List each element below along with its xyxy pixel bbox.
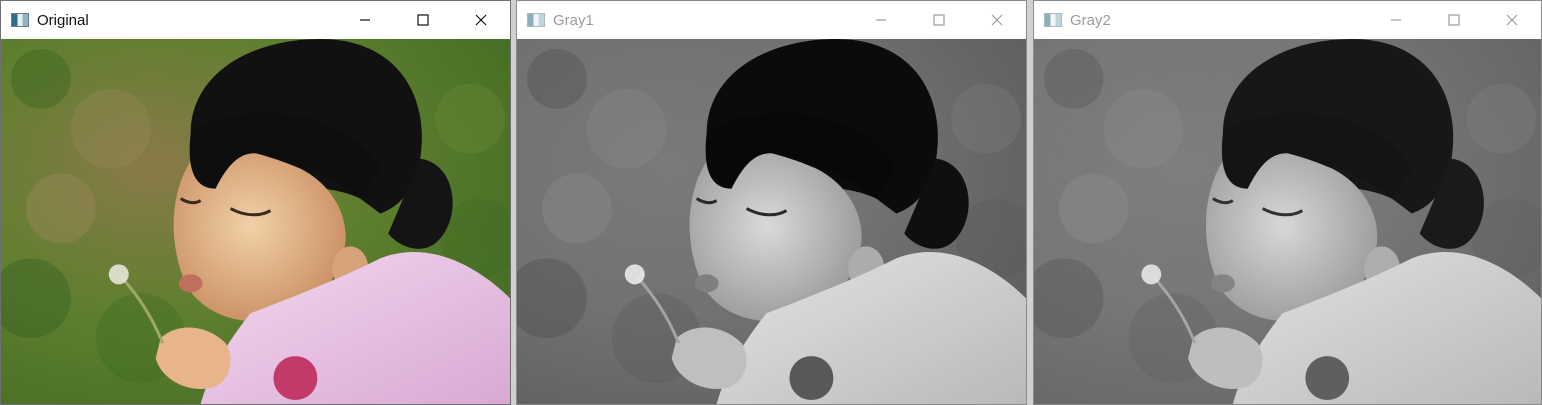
window-controls [852, 1, 1026, 39]
girl-dandelion-photo [1, 39, 510, 404]
image-canvas [1, 39, 510, 404]
window-title: Original [37, 11, 89, 29]
app-icon [11, 13, 29, 27]
close-icon [991, 14, 1003, 26]
minimize-icon [360, 19, 370, 21]
image-canvas [517, 39, 1026, 404]
app-icon [1044, 13, 1062, 27]
maximize-icon [417, 14, 429, 26]
maximize-button[interactable] [1425, 1, 1483, 39]
close-icon [1506, 14, 1518, 26]
close-icon [475, 14, 487, 26]
window-gray1[interactable]: Gray1 [516, 0, 1027, 405]
maximize-icon [1448, 14, 1460, 26]
minimize-icon [1391, 19, 1401, 21]
close-button[interactable] [452, 1, 510, 39]
minimize-button[interactable] [1367, 1, 1425, 39]
close-button[interactable] [1483, 1, 1541, 39]
minimize-button[interactable] [336, 1, 394, 39]
app-icon [527, 13, 545, 27]
titlebar[interactable]: Gray1 [517, 1, 1026, 39]
minimize-button[interactable] [852, 1, 910, 39]
minimize-icon [876, 19, 886, 21]
titlebar[interactable]: Original [1, 1, 510, 39]
window-controls [1367, 1, 1541, 39]
maximize-button[interactable] [910, 1, 968, 39]
maximize-button[interactable] [394, 1, 452, 39]
window-controls [336, 1, 510, 39]
girl-dandelion-gray2-photo [1034, 39, 1541, 404]
window-original[interactable]: Original [0, 0, 511, 405]
close-button[interactable] [968, 1, 1026, 39]
maximize-icon [933, 14, 945, 26]
girl-dandelion-gray1-photo [517, 39, 1026, 404]
window-gray2[interactable]: Gray2 [1033, 0, 1542, 405]
window-title: Gray2 [1070, 11, 1111, 29]
window-title: Gray1 [553, 11, 594, 29]
image-canvas [1034, 39, 1541, 404]
titlebar[interactable]: Gray2 [1034, 1, 1541, 39]
